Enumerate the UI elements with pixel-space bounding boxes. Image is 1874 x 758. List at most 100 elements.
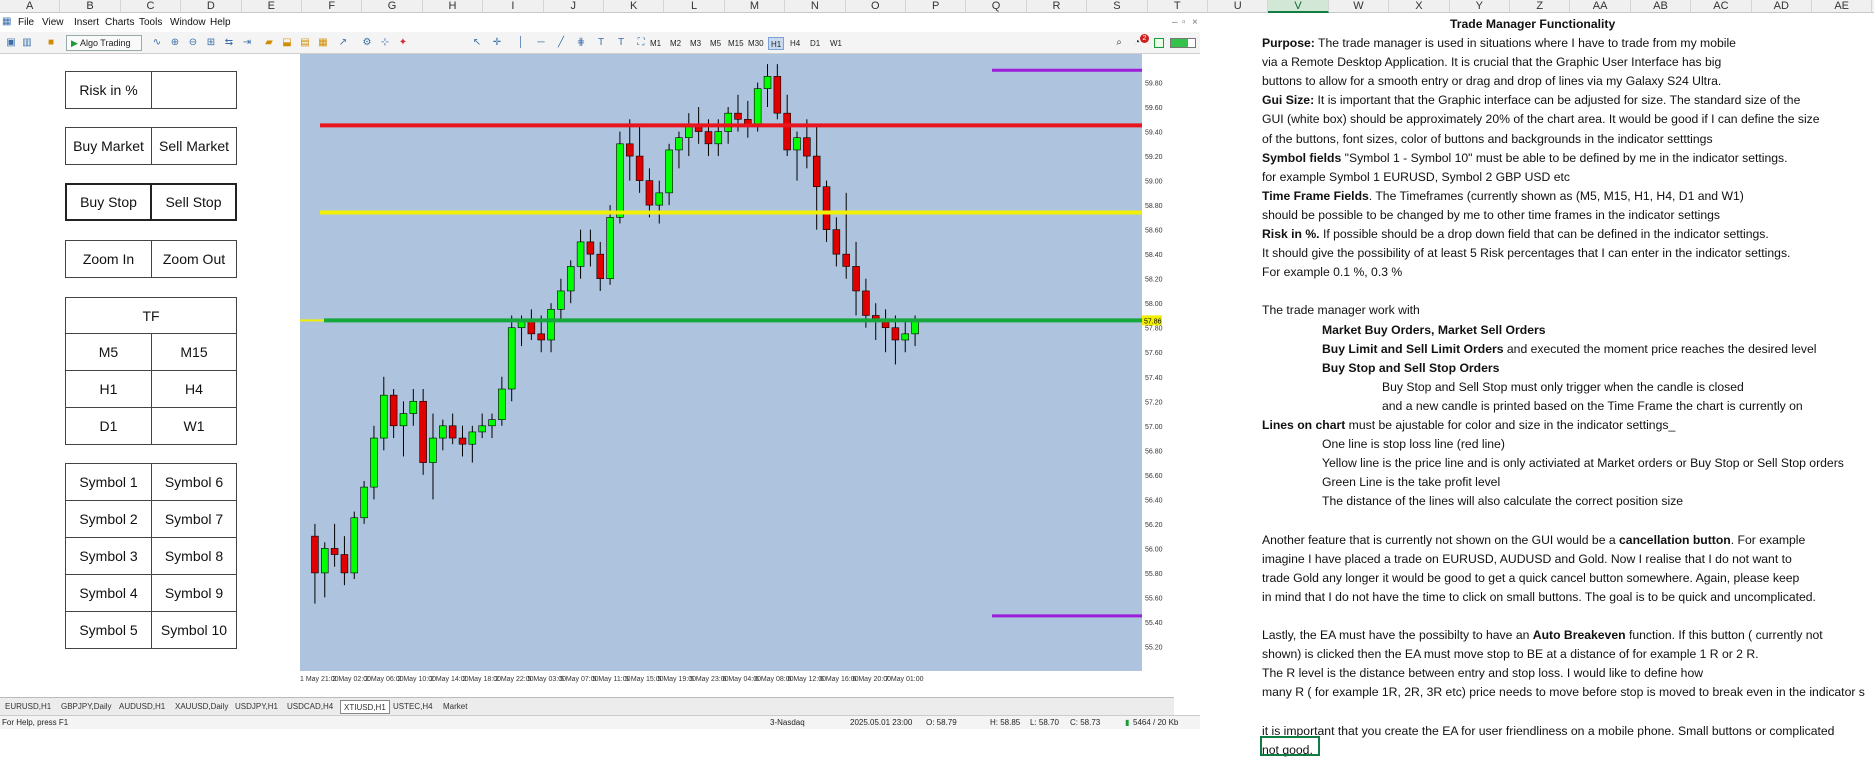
gui-tf-d1-button[interactable]: D1 [65,407,152,445]
search-icon[interactable]: ⌕ [1112,36,1126,50]
line-chart-icon[interactable]: ∿ [150,36,164,50]
toolbar-tf-h4[interactable]: H4 [788,37,802,50]
column-header-ae[interactable]: AE [1812,0,1873,13]
column-header-s[interactable]: S [1087,0,1148,13]
zoom-in-icon[interactable]: ⊕ [168,36,182,50]
app-menu-icon[interactable]: ▦ [2,16,11,27]
column-header-u[interactable]: U [1208,0,1269,13]
trendline-icon[interactable]: ╱ [554,36,568,50]
chart-shift-icon[interactable]: ⇥ [240,36,254,50]
symbol-button-6[interactable]: Symbol 6 [151,463,237,501]
chart-tab[interactable]: AUDUSD,H1 [116,700,168,714]
menu-help[interactable]: Help [210,17,231,28]
label-icon[interactable]: T [614,36,628,50]
column-header-y[interactable]: Y [1450,0,1510,13]
symbol-button-9[interactable]: Symbol 9 [151,574,237,612]
column-header-m[interactable]: M [725,0,786,13]
objects-icon[interactable]: ⊹ [378,36,392,50]
menu-view[interactable]: View [42,17,64,28]
column-header-i[interactable]: I [483,0,544,13]
column-header-h[interactable]: H [423,0,484,13]
active-cell[interactable] [1260,736,1320,756]
column-header-a[interactable]: A [0,0,61,13]
menu-charts[interactable]: Charts [105,17,134,28]
column-header-c[interactable]: C [121,0,182,13]
zoom-out-icon[interactable]: ⊖ [186,36,200,50]
horizontal-line-icon[interactable]: ─ [534,36,548,50]
zoom-out-button[interactable]: Zoom Out [151,240,237,278]
column-header-d[interactable]: D [181,0,242,13]
market-watch-icon[interactable]: ■ [44,36,58,50]
experts-icon[interactable]: ✦ [396,36,410,50]
menu-window[interactable]: Window [170,17,206,28]
toolbar-tf-h1[interactable]: H1 [768,37,785,50]
chart-tab[interactable]: EURUSD,H1 [2,700,54,714]
column-header-k[interactable]: K [604,0,665,13]
grid-icon[interactable]: ⊞ [204,36,218,50]
sell-market-button[interactable]: Sell Market [151,127,237,165]
symbol-button-4[interactable]: Symbol 4 [65,574,152,612]
symbol-button-8[interactable]: Symbol 8 [151,537,237,575]
column-header-z[interactable]: Z [1510,0,1571,13]
chart-tab[interactable]: XAUUSD,Daily [172,700,231,714]
chart-tab[interactable]: USTEC,H4 [390,700,436,714]
gui-tf-w1-button[interactable]: W1 [151,407,237,445]
indicators-icon[interactable]: ↗ [336,36,350,50]
settings-icon[interactable]: ⚙ [360,36,374,50]
toolbar-tf-m1[interactable]: M1 [648,37,663,50]
risk-dropdown[interactable] [151,71,237,109]
toolbar-tf-d1[interactable]: D1 [808,37,822,50]
lock-icon[interactable]: ⬓ [280,36,294,50]
column-header-e[interactable]: E [242,0,302,13]
column-header-ac[interactable]: AC [1691,0,1752,13]
zoom-in-button[interactable]: Zoom In [65,240,152,278]
menu-file[interactable]: File [18,17,34,28]
column-header-p[interactable]: P [906,0,967,13]
autoscroll-icon[interactable]: ⇆ [222,36,236,50]
column-header-j[interactable]: J [544,0,604,13]
chart-type-icon[interactable]: ▥ [20,36,34,50]
algo-trading-button[interactable]: ▶ Algo Trading [66,35,142,51]
template-icon[interactable]: ▤ [298,36,312,50]
menu-tools[interactable]: Tools [139,17,162,28]
new-chart-icon[interactable]: ▣ [4,36,18,50]
toolbar-tf-m3[interactable]: M3 [688,37,703,50]
restore-icon[interactable]: ▫ [1182,17,1186,28]
column-header-n[interactable]: N [785,0,846,13]
toolbar-tf-m5[interactable]: M5 [708,37,723,50]
column-header-q[interactable]: Q [966,0,1027,13]
buy-stop-button[interactable]: Buy Stop [65,183,152,221]
symbol-button-1[interactable]: Symbol 1 [65,463,152,501]
column-header-l[interactable]: L [664,0,725,13]
chart-tab[interactable]: USDCAD,H4 [284,700,336,714]
symbol-button-10[interactable]: Symbol 10 [151,611,237,649]
column-header-r[interactable]: R [1027,0,1088,13]
vertical-line-icon[interactable]: │ [514,36,528,50]
folder-icon[interactable]: ▰ [262,36,276,50]
sell-stop-button[interactable]: Sell Stop [150,183,237,221]
channel-icon[interactable]: ⋕ [574,36,588,50]
column-header-b[interactable]: B [60,0,121,13]
toolbar-tf-w1[interactable]: W1 [828,37,844,50]
symbol-button-7[interactable]: Symbol 7 [151,500,237,538]
column-header-ab[interactable]: AB [1631,0,1692,13]
gui-tf-m5-button[interactable]: M5 [65,333,152,371]
cursor-icon[interactable]: ↖ [470,36,484,50]
gui-tf-h1-button[interactable]: H1 [65,370,152,408]
column-header-t[interactable]: T [1148,0,1208,13]
column-header-w[interactable]: W [1329,0,1390,13]
symbol-button-2[interactable]: Symbol 2 [65,500,152,538]
price-chart[interactable]: 59.80 59.60 59.40 59.20 59.00 58.80 58.60 58.40… [300,54,1174,687]
close-icon[interactable]: × [1192,17,1198,28]
column-header-o[interactable]: O [846,0,906,13]
column-header-v[interactable]: V [1268,0,1329,13]
shapes-icon[interactable]: ⛶ [634,36,648,50]
profiles-icon[interactable]: ▦ [316,36,330,50]
buy-market-button[interactable]: Buy Market [65,127,152,165]
crosshair-icon[interactable]: ✛ [490,36,504,50]
column-header-f[interactable]: F [302,0,363,13]
minimize-icon[interactable]: – [1172,17,1178,28]
column-header-ad[interactable]: AD [1752,0,1812,13]
symbol-button-3[interactable]: Symbol 3 [65,537,152,575]
chart-tab[interactable]: USDJPY,H1 [232,700,281,714]
